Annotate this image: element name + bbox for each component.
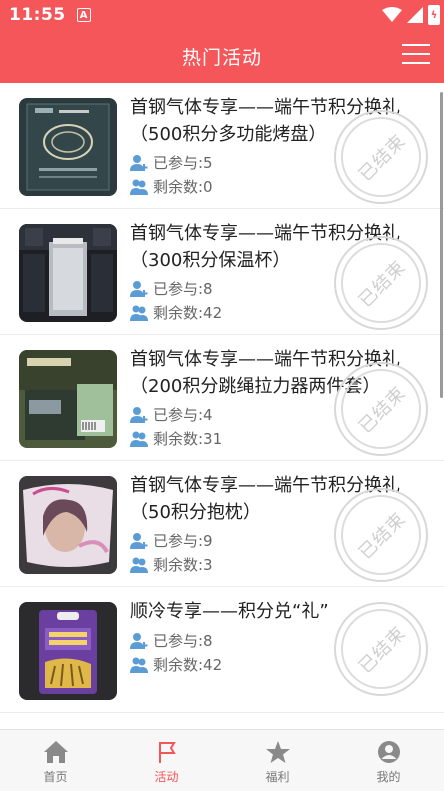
users-icon bbox=[130, 657, 148, 673]
tab-welfare-label: 福利 bbox=[265, 770, 290, 784]
user-add-icon bbox=[130, 280, 148, 297]
product-image-grill bbox=[19, 98, 117, 196]
stamp-text: 已结束 bbox=[354, 508, 410, 564]
tab-activity-label: 活动 bbox=[154, 770, 179, 784]
signal-icon bbox=[407, 7, 423, 23]
notification-icon: A bbox=[76, 8, 91, 22]
wifi-icon bbox=[382, 7, 402, 22]
joined-count: 已参与:4 bbox=[130, 404, 213, 425]
users-icon bbox=[130, 179, 148, 195]
menu-button[interactable] bbox=[402, 44, 430, 68]
remaining-count: 剩余数:31 bbox=[130, 428, 222, 449]
remaining-text: 剩余数:31 bbox=[153, 430, 223, 448]
ended-stamp: 已结束 bbox=[334, 362, 428, 456]
stamp-ring: 已结束 bbox=[341, 369, 421, 449]
menu-icon-line bbox=[402, 44, 430, 46]
status-bar: 11:55 A ϟ bbox=[0, 0, 444, 30]
user-add-icon bbox=[130, 406, 148, 423]
ended-stamp: 已结束 bbox=[334, 110, 428, 204]
user-icon bbox=[377, 741, 400, 763]
flag-icon bbox=[158, 742, 176, 763]
list-scrollbar[interactable] bbox=[440, 92, 443, 398]
product-image-cup bbox=[19, 224, 117, 322]
app-header: 热门活动 bbox=[0, 30, 444, 83]
battery-icon: ϟ bbox=[428, 5, 440, 25]
stamp-ring: 已结束 bbox=[341, 609, 421, 689]
remaining-text: 剩余数:0 bbox=[153, 178, 213, 196]
stamp-text: 已结束 bbox=[354, 622, 410, 678]
joined-count: 已参与:8 bbox=[130, 278, 213, 299]
joined-text: 已参与:8 bbox=[153, 280, 213, 298]
page-title: 热门活动 bbox=[181, 47, 262, 69]
remaining-count: 剩余数:42 bbox=[130, 302, 222, 323]
activity-item[interactable]: 首钢气体专享——端午节积分换礼（300积分保温杯） 已参与:8 剩余数:42 已… bbox=[0, 209, 444, 335]
tab-home[interactable]: 首页 bbox=[0, 730, 111, 791]
ended-stamp: 已结束 bbox=[334, 488, 428, 582]
tab-activity[interactable]: 活动 bbox=[111, 730, 222, 791]
joined-count: 已参与:9 bbox=[130, 530, 213, 551]
menu-icon-line bbox=[402, 53, 430, 55]
remaining-count: 剩余数:3 bbox=[130, 554, 213, 575]
users-icon bbox=[130, 431, 148, 447]
activity-item[interactable]: 首钢气体专享——端午节积分换礼（500积分多功能烤盘） 已参与:5 剩余数:0 … bbox=[0, 83, 444, 209]
stamp-text: 已结束 bbox=[354, 130, 410, 186]
product-image-rice bbox=[19, 602, 117, 700]
remaining-count: 剩余数:0 bbox=[130, 176, 213, 197]
user-add-icon bbox=[130, 154, 148, 171]
users-icon bbox=[130, 557, 148, 573]
stamp-ring: 已结束 bbox=[341, 243, 421, 323]
tab-home-label: 首页 bbox=[43, 770, 68, 784]
remaining-count: 剩余数:42 bbox=[130, 654, 222, 675]
joined-count: 已参与:5 bbox=[130, 152, 213, 173]
users-icon bbox=[130, 305, 148, 321]
activity-item[interactable]: 首钢气体专享——端午节积分换礼（200积分跳绳拉力器两件套） 已参与:4 剩余数… bbox=[0, 335, 444, 461]
remaining-text: 剩余数:42 bbox=[153, 656, 223, 674]
tab-mine[interactable]: 我的 bbox=[333, 730, 444, 791]
activity-list[interactable]: 首钢气体专享——端午节积分换礼（500积分多功能烤盘） 已参与:5 剩余数:0 … bbox=[0, 83, 444, 729]
joined-text: 已参与:4 bbox=[153, 406, 213, 424]
menu-icon-line bbox=[402, 62, 430, 64]
user-add-icon bbox=[130, 632, 148, 649]
activity-item[interactable]: 首钢气体专享——端午节积分换礼（50积分抱枕） 已参与:9 剩余数:3 已结束 bbox=[0, 461, 444, 587]
status-time: 11:55 bbox=[9, 5, 66, 25]
stamp-text: 已结束 bbox=[354, 382, 410, 438]
joined-text: 已参与:9 bbox=[153, 532, 213, 550]
joined-text: 已参与:5 bbox=[153, 154, 213, 172]
user-add-icon bbox=[130, 532, 148, 549]
stamp-ring: 已结束 bbox=[341, 495, 421, 575]
joined-count: 已参与:8 bbox=[130, 630, 213, 651]
remaining-text: 剩余数:42 bbox=[153, 304, 223, 322]
tab-mine-label: 我的 bbox=[376, 770, 401, 784]
ended-stamp: 已结束 bbox=[334, 236, 428, 330]
home-icon bbox=[43, 741, 68, 763]
stamp-text: 已结束 bbox=[354, 256, 410, 312]
joined-text: 已参与:8 bbox=[153, 632, 213, 650]
remaining-text: 剩余数:3 bbox=[153, 556, 213, 574]
product-image-jumprope bbox=[19, 350, 117, 448]
bottom-tab-bar: 首页 活动 福利 我的 bbox=[0, 729, 444, 791]
ended-stamp: 已结束 bbox=[334, 602, 428, 696]
tab-welfare[interactable]: 福利 bbox=[222, 730, 333, 791]
star-icon bbox=[265, 741, 290, 763]
status-icons: ϟ bbox=[382, 5, 440, 25]
stamp-ring: 已结束 bbox=[341, 117, 421, 197]
activity-item[interactable]: 顺冷专享——积分兑“礼” 已参与:8 剩余数:42 已结束 bbox=[0, 587, 444, 713]
product-image-pillow bbox=[19, 476, 117, 574]
